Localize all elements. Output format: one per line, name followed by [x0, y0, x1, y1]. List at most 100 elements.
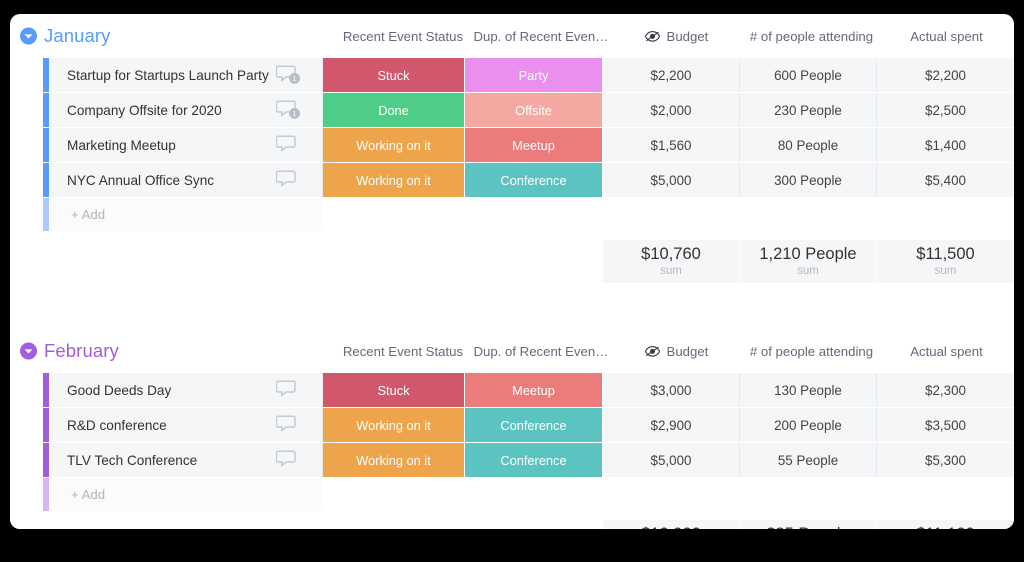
cell-status[interactable]: Working on it — [323, 443, 465, 477]
column-header-label: Budget — [666, 343, 709, 359]
cell-dup-status[interactable]: Party — [465, 58, 603, 92]
item-name-label: R&D conference — [67, 417, 167, 433]
item-name-label: TLV Tech Conference — [67, 452, 198, 468]
cell-actual-spent[interactable]: $2,300 — [877, 373, 1014, 407]
summary-people[interactable]: 385 Peoplesum — [740, 520, 877, 529]
column-header-people[interactable]: # of people attending — [744, 29, 879, 44]
summary-people[interactable]: 1,210 People sum — [740, 240, 877, 283]
cell-dup-status[interactable]: Meetup — [465, 373, 603, 407]
cell-people-attending[interactable]: 55 People — [740, 443, 877, 477]
cell-dup-status[interactable]: Conference — [465, 443, 603, 477]
dup-status-label: Party — [518, 67, 549, 83]
cell-people-attending[interactable]: 80 People — [740, 128, 877, 162]
cell-item-name[interactable]: Company Offsite for 2020 1 — [49, 93, 323, 127]
cell-budget[interactable]: $2,000 — [603, 93, 740, 127]
cell-people-attending[interactable]: 230 People — [740, 93, 877, 127]
summary-actual-spent[interactable]: $11,500 sum — [877, 240, 1014, 283]
chat-icon[interactable] — [276, 134, 302, 156]
column-header-label: Recent Event Status — [342, 343, 464, 359]
cell-budget[interactable]: $1,560 — [603, 128, 740, 162]
column-header-status[interactable]: Recent Event Status — [333, 29, 473, 44]
group-summary: $10,900sum385 Peoplesum$11,100sum — [10, 520, 1014, 529]
cell-budget[interactable]: $2,900 — [603, 408, 740, 442]
cell-item-name[interactable]: TLV Tech Conference — [49, 443, 323, 477]
summary-value: $11,100 — [916, 525, 974, 529]
cell-item-name[interactable]: Marketing Meetup — [49, 128, 323, 162]
status-label: Stuck — [377, 67, 410, 83]
cell-budget[interactable]: $3,000 — [603, 373, 740, 407]
cell-status[interactable]: Working on it — [323, 408, 465, 442]
column-header-dup[interactable]: Dup. of Recent Even… — [473, 344, 609, 359]
cell-dup-status[interactable]: Conference — [465, 408, 603, 442]
column-header-spent[interactable]: Actual spent — [879, 29, 1014, 44]
add-item-row[interactable]: + Add — [10, 198, 1014, 231]
chat-icon-with-count[interactable]: 1 — [276, 99, 302, 121]
chat-icon-with-count[interactable]: 1 — [276, 64, 302, 86]
cell-status[interactable]: Working on it — [323, 163, 465, 197]
column-header-people[interactable]: # of people attending — [744, 344, 879, 359]
group-title[interactable]: January — [44, 25, 111, 47]
summary-label: sum — [934, 264, 957, 277]
cell-people-attending[interactable]: 200 People — [740, 408, 877, 442]
cell-actual-spent[interactable]: $1,400 — [877, 128, 1014, 162]
cell-budget[interactable]: $5,000 — [603, 163, 740, 197]
svg-text:1: 1 — [293, 74, 297, 83]
chat-icon[interactable] — [276, 449, 302, 471]
status-label: Stuck — [377, 382, 410, 398]
cell-status[interactable]: Done — [323, 93, 465, 127]
cell-budget[interactable]: $5,000 — [603, 443, 740, 477]
cell-dup-status[interactable]: Meetup — [465, 128, 603, 162]
cell-status[interactable]: Working on it — [323, 128, 465, 162]
dup-status-label: Offsite — [515, 102, 552, 118]
column-header-dup[interactable]: Dup. of Recent Even… — [473, 29, 609, 44]
summary-actual-spent[interactable]: $11,100sum — [877, 520, 1014, 529]
add-row-tail — [323, 198, 1014, 231]
add-item-row[interactable]: + Add — [10, 478, 1014, 511]
summary-value: $10,760 — [641, 244, 701, 263]
column-header-budget[interactable]: Budget — [609, 344, 744, 359]
cell-item-name[interactable]: NYC Annual Office Sync — [49, 163, 323, 197]
add-item-label: + Add — [71, 487, 106, 502]
cell-actual-spent[interactable]: $3,500 — [877, 408, 1014, 442]
cell-people-attending[interactable]: 600 People — [740, 58, 877, 92]
summary-value: $10,900 — [641, 525, 701, 529]
chevron-down-icon[interactable] — [20, 342, 37, 360]
dup-status-label: Conference — [500, 452, 567, 468]
group-header: February Recent Event Status Dup. of Recen… — [10, 329, 1014, 373]
cell-status[interactable]: Stuck — [323, 58, 465, 92]
cell-dup-status[interactable]: Conference — [465, 163, 603, 197]
group-title[interactable]: February — [44, 340, 119, 362]
cell-people-attending[interactable]: 130 People — [740, 373, 877, 407]
cell-status[interactable]: Stuck — [323, 373, 465, 407]
column-header-spent[interactable]: Actual spent — [879, 344, 1014, 359]
cell-actual-spent[interactable]: $5,400 — [877, 163, 1014, 197]
cell-actual-spent[interactable]: $2,500 — [877, 93, 1014, 127]
add-item-cell[interactable]: + Add — [49, 198, 323, 231]
cell-actual-spent[interactable]: $2,200 — [877, 58, 1014, 92]
column-header-label: Actual spent — [910, 28, 983, 44]
table-row: Company Offsite for 2020 1 Done Offsite $2,0… — [10, 93, 1014, 128]
summary-value: 1,210 People — [759, 244, 857, 263]
summary-budget[interactable]: $10,760 sum — [603, 240, 740, 283]
chevron-down-icon[interactable] — [20, 27, 37, 45]
group-january: January Recent Event Status Dup. of Recent… — [10, 14, 1014, 283]
column-header-budget[interactable]: Budget — [609, 29, 744, 44]
cell-actual-spent[interactable]: $5,300 — [877, 443, 1014, 477]
column-header-label: Actual spent — [910, 343, 983, 359]
table-row: NYC Annual Office Sync Working on it Confe… — [10, 163, 1014, 198]
cell-item-name[interactable]: Good Deeds Day — [49, 373, 323, 407]
chat-icon[interactable] — [276, 414, 302, 436]
dup-status-label: Meetup — [512, 137, 555, 153]
chat-icon[interactable] — [276, 169, 302, 191]
table-row: R&D conference Working on it Conference $2,… — [10, 408, 1014, 443]
item-name-label: Good Deeds Day — [67, 382, 172, 398]
cell-people-attending[interactable]: 300 People — [740, 163, 877, 197]
chat-icon[interactable] — [276, 379, 302, 401]
summary-budget[interactable]: $10,900sum — [603, 520, 740, 529]
add-item-cell[interactable]: + Add — [49, 478, 323, 511]
cell-budget[interactable]: $2,200 — [603, 58, 740, 92]
cell-dup-status[interactable]: Offsite — [465, 93, 603, 127]
cell-item-name[interactable]: R&D conference — [49, 408, 323, 442]
cell-item-name[interactable]: Startup for Startups Launch Party 1 — [49, 58, 323, 92]
column-header-status[interactable]: Recent Event Status — [333, 344, 473, 359]
